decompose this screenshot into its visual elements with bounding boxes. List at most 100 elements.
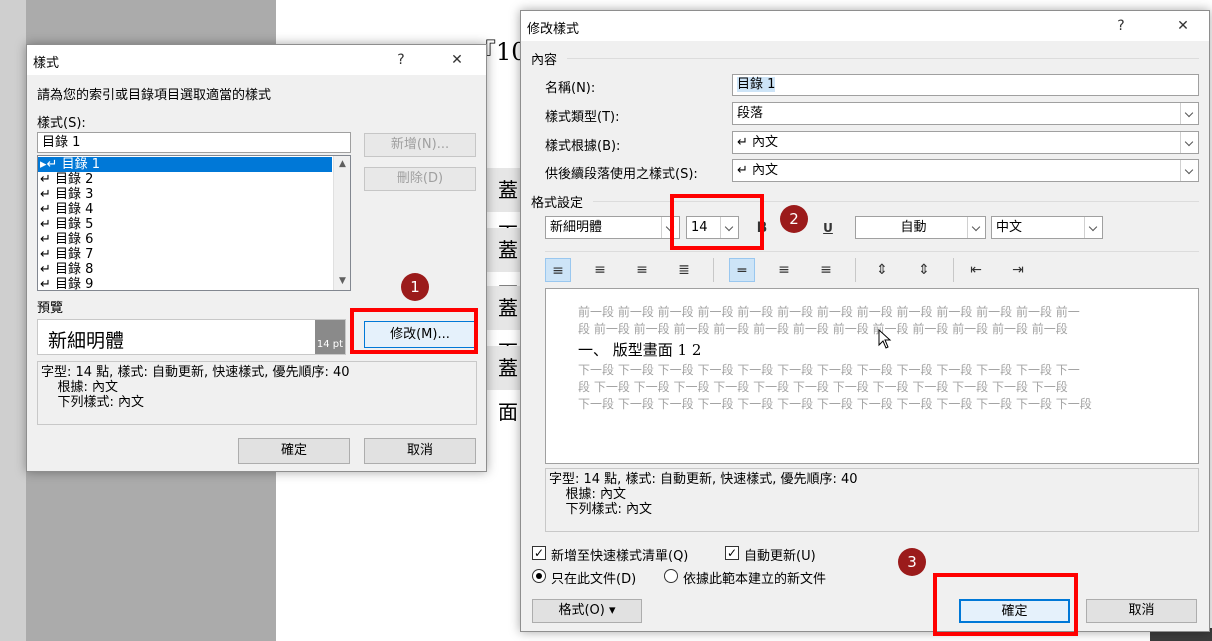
style-list-item[interactable]: ↵ 目錄 6 <box>38 232 332 247</box>
based-on-label: 樣式根據(B): <box>545 139 621 154</box>
style-list-item[interactable]: ↵ 目錄 5 <box>38 217 332 232</box>
paragraph-mark-icon: ↵ <box>40 187 56 202</box>
next-style-label: 供後續段落使用之樣式(S): <box>545 167 698 182</box>
based-on-value: ↵ 內文 <box>737 135 779 150</box>
style-list-item-label: 目錄 7 <box>55 247 94 262</box>
preview-next-paragraph: 下一段 下一段 下一段 下一段 下一段 下一段 下一段 下一段 下一段 下一段 … <box>578 397 1092 411</box>
style-list-item-label: 目錄 9 <box>55 277 94 292</box>
style-list[interactable]: ▸↵ 目錄 1 ↵ 目錄 2 ↵ 目錄 3 ↵ 目錄 4 ↵ 目錄 5 ↵ 目錄… <box>37 155 351 292</box>
paragraph-mark-icon: ↵ <box>40 262 56 277</box>
preview-size: 14 pt <box>315 320 345 354</box>
paragraph-mark-icon: ↵ <box>40 232 56 247</box>
next-style-select[interactable]: ↵ 內文 <box>732 159 1199 182</box>
increase-paragraph-spacing-icon[interactable]: ⇕ <box>869 258 895 282</box>
delete-style-button[interactable]: 刪除(D) <box>364 167 476 191</box>
preview-next-paragraph: 段 下一段 下一段 下一段 下一段 下一段 下一段 下一段 下一段 下一段 下一… <box>578 380 1068 394</box>
style-list-item[interactable]: ↵ 目錄 8 <box>38 262 332 277</box>
type-label: 樣式類型(T): <box>545 110 620 125</box>
paragraph-mark-icon: ↵ <box>40 217 56 232</box>
close-icon[interactable]: ✕ <box>1171 14 1195 38</box>
align-right-icon[interactable]: ≡ <box>629 258 655 282</box>
styles-label: 樣式(S): <box>37 116 86 131</box>
preview-previous-paragraph: 前一段 前一段 前一段 前一段 前一段 前一段 前一段 前一段 前一段 前一段 … <box>578 305 1080 319</box>
chevron-down-icon[interactable] <box>1180 132 1198 153</box>
highlight-ok <box>933 573 1078 636</box>
paragraph-mark-icon: ▸↵ <box>40 157 62 172</box>
font-color-select[interactable]: 自動 <box>855 216 986 239</box>
style-list-item-label: 目錄 5 <box>55 217 94 232</box>
underline-button[interactable]: U <box>815 216 841 240</box>
single-spacing-icon[interactable]: ═ <box>729 258 755 282</box>
justify-icon[interactable]: ≣ <box>671 258 697 282</box>
chevron-down-icon[interactable] <box>967 217 985 238</box>
preview-label: 預覽 <box>37 301 64 316</box>
chevron-down-icon[interactable] <box>1084 217 1102 238</box>
based-on-select[interactable]: ↵ 內文 <box>732 131 1199 154</box>
only-this-document-label: 只在此文件(D) <box>551 572 637 587</box>
paragraph-mark-icon: ↵ <box>40 247 56 262</box>
style-list-item[interactable]: ↵ 目錄 4 <box>38 202 332 217</box>
one-half-spacing-icon[interactable]: ≡ <box>771 258 797 282</box>
scroll-down-icon[interactable]: ▼ <box>334 273 351 290</box>
cancel-button[interactable]: 取消 <box>1086 599 1197 623</box>
step-badge-3: 3 <box>898 548 926 576</box>
highlight-font-size <box>670 194 764 250</box>
double-spacing-icon[interactable]: ≡ <box>813 258 839 282</box>
style-list-item[interactable]: ↵ 目錄 7 <box>38 247 332 262</box>
align-left-icon[interactable]: ≡ <box>545 258 571 282</box>
decrease-paragraph-spacing-icon[interactable]: ⇕ <box>911 258 937 282</box>
format-menu-button[interactable]: 格式(O) ▾ <box>532 599 642 623</box>
align-center-icon[interactable]: ≡ <box>587 258 613 282</box>
chevron-down-icon[interactable] <box>1180 103 1198 124</box>
help-icon[interactable]: ? <box>389 48 413 72</box>
content-section-label: 內容 <box>531 53 558 68</box>
style-name-input[interactable]: 目錄 1 <box>37 132 351 153</box>
highlight-modify <box>350 308 478 354</box>
style-type-value: 段落 <box>737 106 764 121</box>
style-list-item-label: 目錄 8 <box>55 262 94 277</box>
language-select[interactable]: 中文 <box>991 216 1103 239</box>
style-type-select[interactable]: 段落 <box>732 102 1199 125</box>
modify-style-dialog: 修改樣式 ? ✕ 內容 名稱(N): 目錄 1 樣式類型(T): 段落 樣式根據… <box>520 10 1210 632</box>
mouse-cursor-icon <box>878 329 892 349</box>
auto-update-checkbox[interactable]: ✓ <box>725 546 739 560</box>
preview-next-paragraph: 下一段 下一段 下一段 下一段 下一段 下一段 下一段 下一段 下一段 下一段 … <box>578 363 1080 377</box>
new-style-button[interactable]: 新增(N)... <box>364 133 476 157</box>
style-list-item[interactable]: ↵ 目錄 3 <box>38 187 332 202</box>
preview-sample-text: 一、 版型畫面 1 2 <box>578 341 702 359</box>
name-label: 名稱(N): <box>545 81 596 96</box>
preview-previous-paragraph: 段 前一段 前一段 前一段 前一段 前一段 前一段 前一段 前一段 前一段 前一… <box>578 322 1068 336</box>
add-quick-style-checkbox[interactable]: ✓ <box>532 546 546 560</box>
ok-button[interactable]: 確定 <box>238 438 350 464</box>
new-documents-radio[interactable] <box>664 569 678 583</box>
name-input[interactable]: 目錄 1 <box>732 74 1199 96</box>
decrease-indent-icon[interactable]: ⇤ <box>963 258 989 282</box>
style-list-scrollbar[interactable]: ▲ ▼ <box>333 156 350 290</box>
toolbar-divider <box>545 251 1199 252</box>
background-edge <box>0 0 26 641</box>
scroll-up-icon[interactable]: ▲ <box>334 156 351 173</box>
modify-dialog-titlebar: 修改樣式 ? ✕ <box>521 11 1209 41</box>
styles-dialog-titlebar: 樣式 ? ✕ <box>27 45 486 75</box>
style-list-item-label: 目錄 3 <box>55 187 94 202</box>
style-description: 字型: 14 點, 樣式: 自動更新, 快速樣式, 優先順序: 40 根據: 內… <box>37 361 477 425</box>
section-divider <box>567 58 1199 59</box>
cancel-button[interactable]: 取消 <box>364 438 476 464</box>
close-icon[interactable]: ✕ <box>445 48 469 72</box>
style-list-item[interactable]: ↵ 目錄 9 <box>38 277 332 292</box>
style-list-item-label: 目錄 1 <box>61 157 100 172</box>
styles-dialog-title: 樣式 <box>33 56 60 71</box>
style-list-item[interactable]: ↵ 目錄 2 <box>38 172 332 187</box>
language-value: 中文 <box>996 220 1023 235</box>
font-select[interactable]: 新細明體 <box>545 216 680 239</box>
style-list-item[interactable]: ▸↵ 目錄 1 <box>38 157 332 172</box>
auto-update-label: 自動更新(U) <box>744 549 816 564</box>
only-this-document-radio[interactable] <box>532 569 546 583</box>
toolbar-separator <box>713 258 714 282</box>
toolbar-separator <box>953 258 954 282</box>
chevron-down-icon[interactable] <box>1180 160 1198 181</box>
instruction-text: 請為您的索引或目錄項目選取適當的樣式 <box>37 88 272 103</box>
paragraph-mark-icon: ↵ <box>40 172 56 187</box>
help-icon[interactable]: ? <box>1109 14 1133 38</box>
increase-indent-icon[interactable]: ⇥ <box>1005 258 1031 282</box>
